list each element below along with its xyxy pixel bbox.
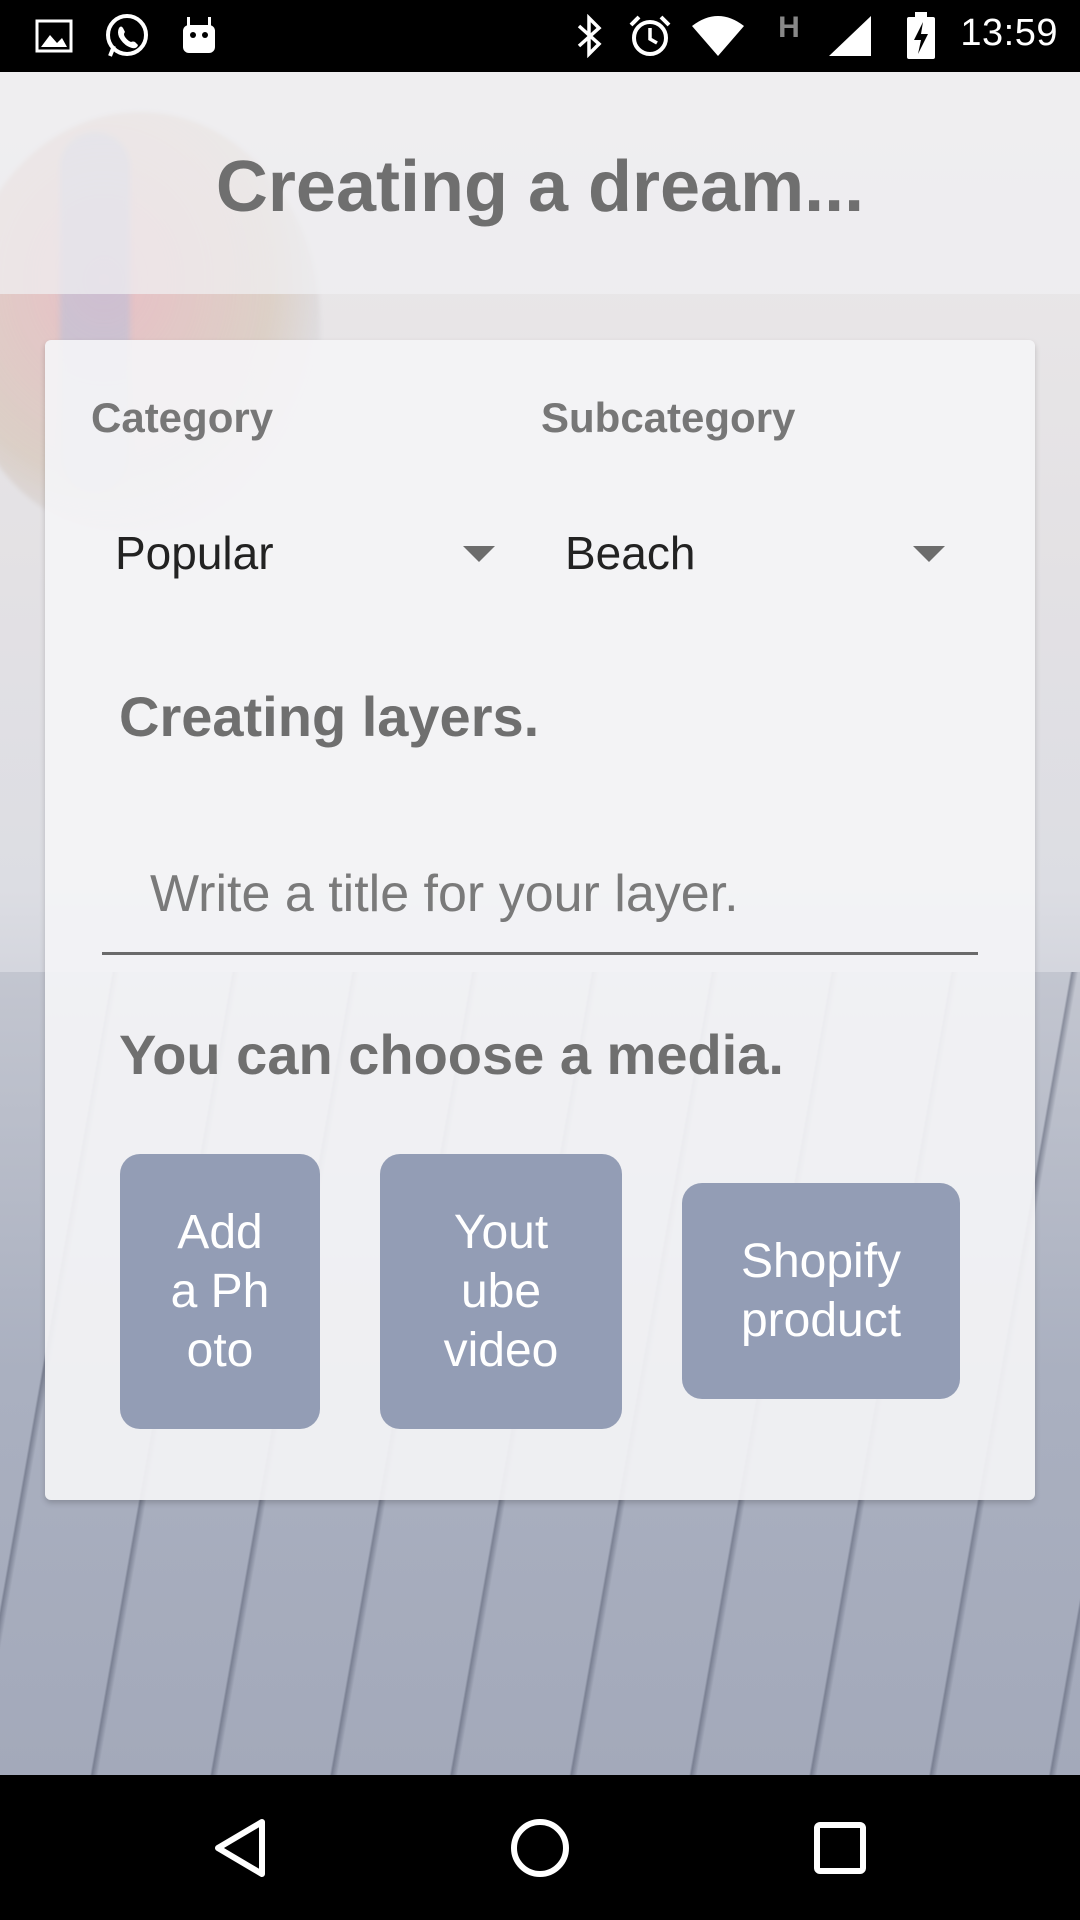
layers-heading: Creating layers. — [119, 685, 540, 748]
category-label: Category — [91, 394, 274, 441]
category-value: Popular — [115, 527, 274, 579]
subcategory-spinner[interactable]: Beach — [539, 508, 949, 598]
youtube-line-3: video — [443, 1324, 559, 1377]
chevron-down-icon — [463, 546, 495, 562]
add-photo-line-2: a Ph — [170, 1265, 270, 1318]
wifi-icon — [690, 14, 746, 58]
alarm-icon — [626, 14, 674, 58]
youtube-line-1: Yout — [453, 1206, 549, 1259]
youtube-video-button[interactable]: Yout ube video — [380, 1154, 622, 1429]
media-heading: You can choose a media. — [119, 1023, 784, 1086]
add-photo-line-3: oto — [186, 1324, 254, 1377]
bluetooth-icon — [570, 14, 610, 58]
shopify-line-2: product — [740, 1294, 902, 1347]
whatsapp-icon — [100, 14, 152, 58]
add-photo-button[interactable]: Add a Ph oto — [120, 1154, 320, 1429]
h-network-icon: H — [778, 11, 800, 44]
shopify-line-1: Shopify — [740, 1235, 902, 1288]
page-title: Creating a dream... — [215, 147, 865, 227]
navigation-bar — [0, 1775, 1080, 1920]
android-icon — [178, 14, 220, 58]
recents-icon[interactable] — [795, 1803, 885, 1893]
status-bar: H 13:59 — [0, 0, 1080, 72]
add-photo-line-1: Add — [177, 1206, 263, 1259]
status-time: 13:59 — [960, 12, 1058, 54]
back-icon[interactable] — [195, 1803, 285, 1893]
signal-icon — [826, 14, 874, 58]
chevron-down-icon — [913, 546, 945, 562]
gallery-icon — [32, 14, 76, 58]
subcategory-value: Beach — [565, 527, 696, 579]
shopify-product-button[interactable]: Shopify product — [682, 1183, 960, 1399]
youtube-line-2: ube — [460, 1265, 542, 1318]
layer-title-input[interactable] — [102, 835, 978, 955]
home-icon[interactable] — [495, 1803, 585, 1893]
battery-charging-icon — [904, 12, 938, 59]
category-spinner[interactable]: Popular — [89, 508, 499, 598]
subcategory-label: Subcategory — [541, 394, 796, 441]
